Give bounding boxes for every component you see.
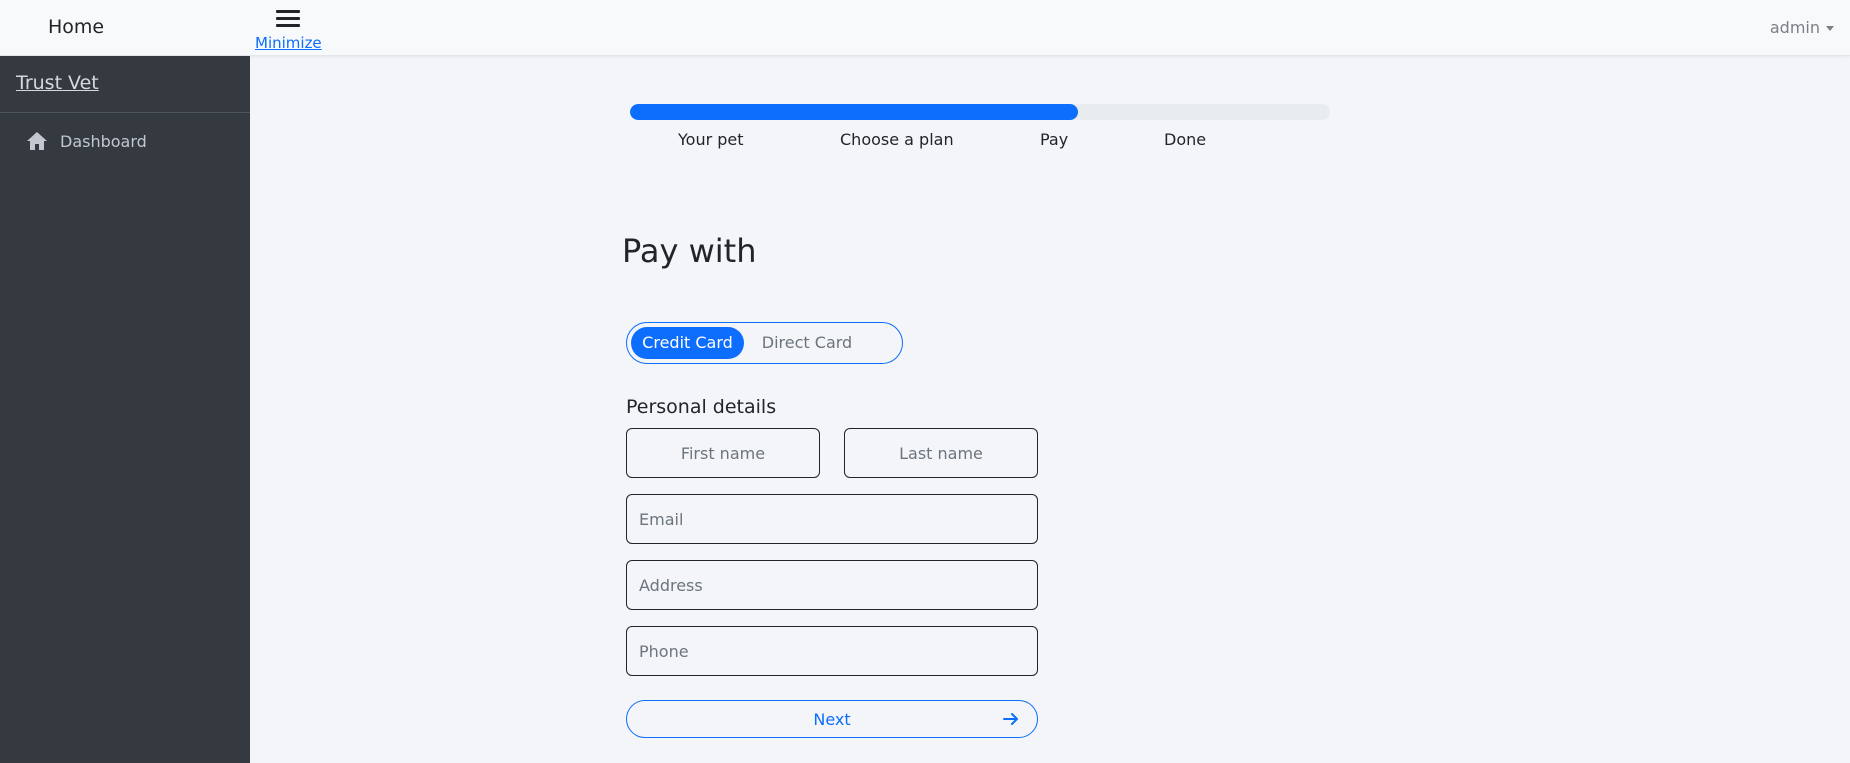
first-name-field[interactable] — [626, 428, 820, 478]
step-your-pet: Your pet — [678, 130, 744, 149]
progress-stepper: Your pet Choose a plan Pay Done — [630, 104, 1330, 149]
hamburger-icon[interactable] — [276, 8, 300, 28]
minimize-link[interactable]: Minimize — [255, 34, 322, 52]
brand-link[interactable]: Trust Vet — [0, 56, 250, 113]
email-field[interactable] — [626, 494, 1038, 544]
page-title: Pay with — [622, 232, 757, 270]
step-done: Done — [1164, 130, 1207, 149]
section-title: Personal details — [626, 396, 777, 418]
progress-bar-fill — [630, 104, 1078, 120]
arrow-right-icon — [1003, 713, 1018, 725]
step-choose-plan: Choose a plan — [840, 130, 954, 149]
caret-down-icon — [1826, 26, 1834, 31]
step-pay: Pay — [1040, 130, 1069, 149]
direct-card-option[interactable]: Direct Card — [744, 327, 870, 359]
user-menu-label: admin — [1769, 18, 1820, 37]
home-icon — [27, 132, 47, 150]
credit-card-option[interactable]: Credit Card — [631, 327, 744, 359]
top-navbar: Home Minimize admin — [0, 0, 1850, 56]
sidebar-item-label: Dashboard — [60, 131, 147, 151]
next-button-label: Next — [813, 709, 851, 729]
address-field[interactable] — [626, 560, 1038, 610]
last-name-field[interactable] — [844, 428, 1038, 478]
phone-field[interactable] — [626, 626, 1038, 676]
payment-method-toggle: Credit Card Direct Card — [626, 322, 903, 364]
home-link[interactable]: Home — [48, 16, 104, 38]
sidebar-toggle[interactable]: Minimize — [255, 4, 322, 52]
user-menu[interactable]: admin — [1770, 18, 1834, 37]
sidebar-item-dashboard[interactable]: Dashboard — [0, 121, 250, 161]
next-button[interactable]: Next — [626, 700, 1038, 738]
progress-bar — [630, 104, 1330, 120]
sidebar: Trust Vet Dashboard — [0, 56, 250, 763]
